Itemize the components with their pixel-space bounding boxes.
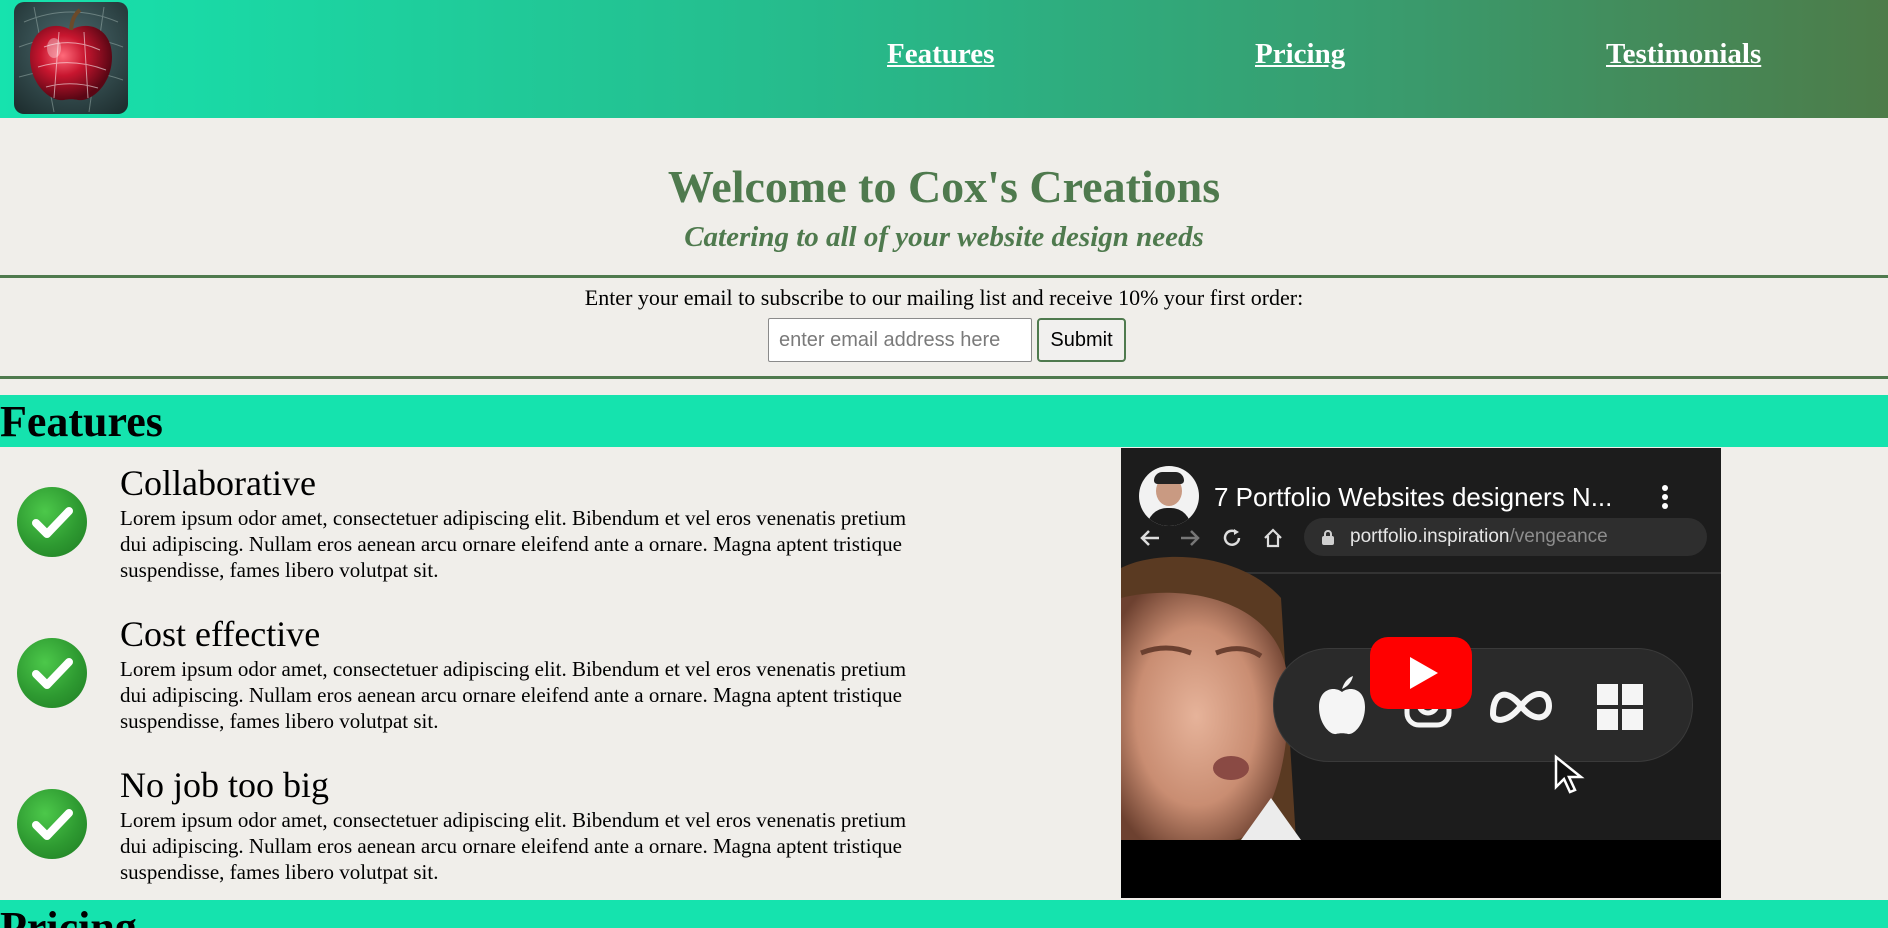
subscribe-prompt: Enter your email to subscribe to our mai… [584,285,1304,310]
divider-top [0,275,1888,278]
video-thumbnail: 7 Portfolio Websites designers N... port… [1121,448,1721,840]
checkmark-icon [17,638,87,708]
feature-description: Lorem ipsum odor amet, consectetuer adip… [120,657,907,733]
url-path: /vengeance [1509,526,1608,547]
video-embed[interactable]: 7 Portfolio Websites designers N... port… [1121,448,1721,898]
back-icon [1140,530,1159,546]
reload-icon [1223,529,1241,546]
apple-icon [1319,676,1365,735]
feature-description: Lorem ipsum odor amet, consectetuer adip… [120,506,907,582]
forward-icon [1181,530,1200,546]
feature-description: Lorem ipsum odor amet, consectetuer adip… [120,808,907,884]
feature-title: No job too big [120,765,330,805]
nav-link-pricing[interactable]: Pricing [1255,38,1345,71]
nav-link-testimonials[interactable]: Testimonials [1606,38,1761,71]
video-title[interactable]: 7 Portfolio Websites designers N... [1214,482,1612,513]
site-header: Features Pricing Testimonials [0,0,1888,118]
cursor-icon [1554,754,1585,794]
url-host: portfolio.inspiration [1350,526,1510,547]
checkmark-icon [17,789,87,859]
home-icon [1264,528,1282,548]
email-input[interactable] [768,318,1032,362]
nav-link-features[interactable]: Features [887,38,994,71]
more-options-icon[interactable] [1657,484,1673,510]
channel-avatar-icon[interactable] [1139,466,1199,526]
features-heading: Features [0,397,163,446]
apple-logo[interactable] [14,2,128,114]
features-section-bar: Features [0,395,1888,447]
windows-icon [1597,684,1643,730]
pricing-section-bar: Pricing [0,900,1888,928]
pricing-heading: Pricing [0,903,137,928]
submit-button[interactable]: Submit [1037,318,1126,362]
feature-title: Cost effective [120,614,321,654]
feature-title: Collaborative [120,463,316,503]
lock-icon [1322,530,1334,545]
url-text: portfolio.inspiration/vengeance [1350,526,1608,548]
play-button-icon[interactable] [1370,637,1472,709]
apple-logo-image [18,6,124,113]
address-bar: portfolio.inspiration/vengeance [1304,518,1707,556]
divider-bottom [0,376,1888,379]
meta-icon [1489,691,1553,723]
checkmark-icon [17,487,87,557]
page-title: Welcome to Cox's Creations [667,161,1221,212]
page-subtitle: Catering to all of your website design n… [684,221,1204,253]
